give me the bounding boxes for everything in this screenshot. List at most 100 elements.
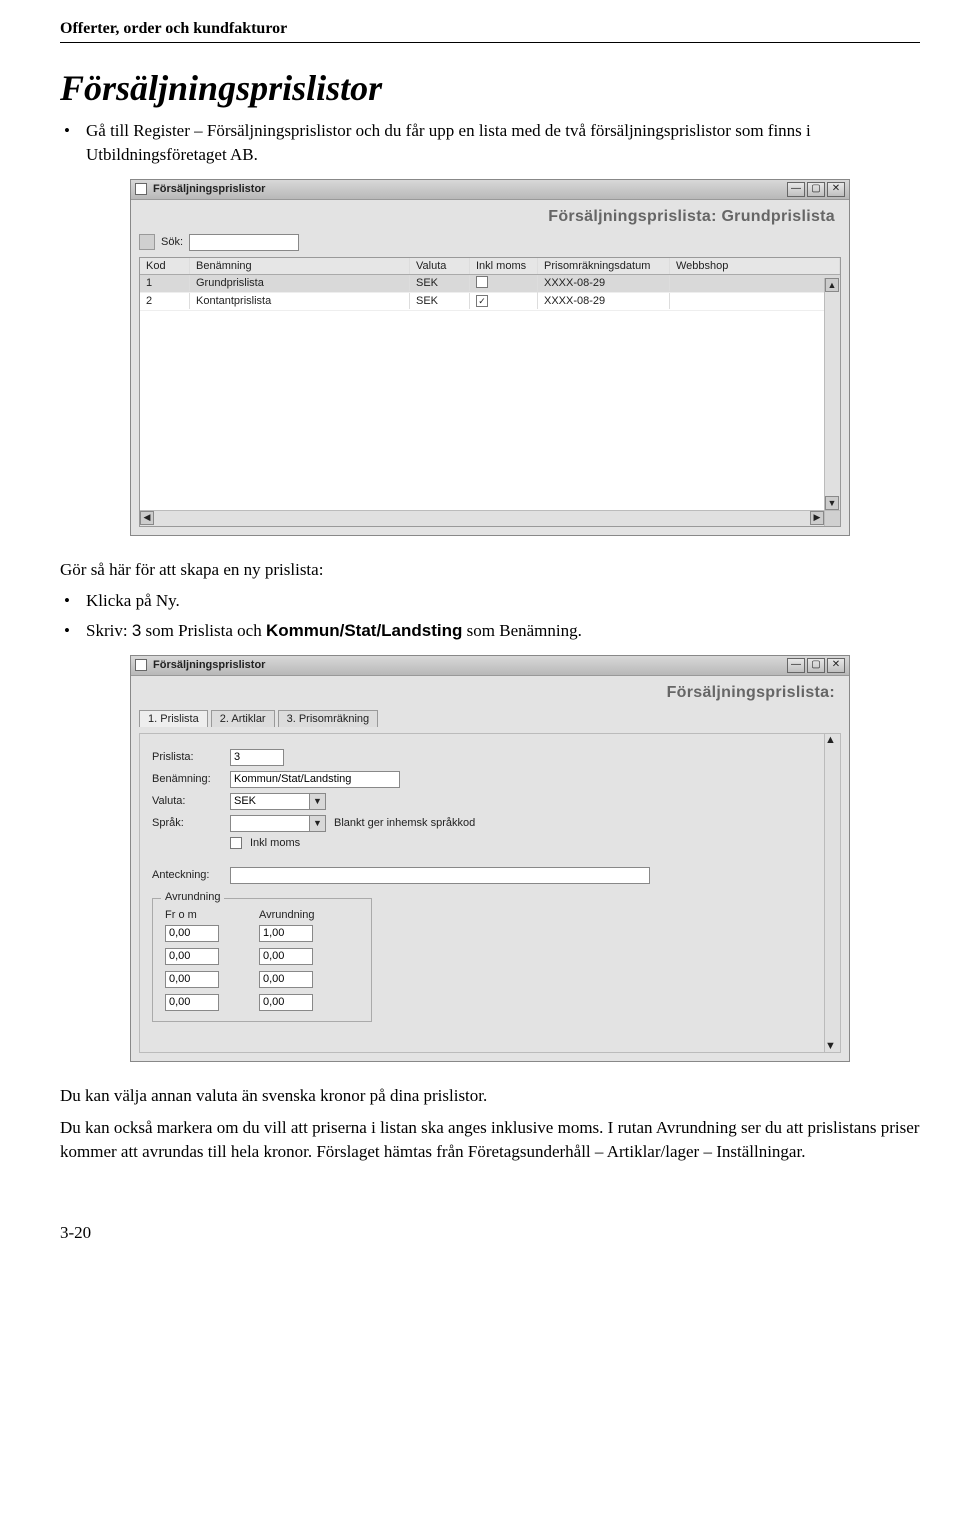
vertical-scrollbar[interactable]: ▲ ▼ — [824, 278, 840, 510]
col-webbshop[interactable]: Webbshop — [670, 258, 840, 274]
rounding-from-1[interactable] — [165, 948, 219, 965]
scroll-down-icon[interactable]: ▼ — [825, 496, 839, 510]
cell-ben: Grundprislista — [190, 275, 410, 291]
cell-kod: 2 — [140, 293, 190, 309]
rounding-from-2[interactable] — [165, 971, 219, 988]
col-valuta[interactable]: Valuta — [410, 258, 470, 274]
scroll-corner — [824, 510, 840, 526]
window-prislista-form: Försäljningsprislistor — ▢ ✕ Försäljning… — [130, 655, 850, 1062]
mid-text: Gör så här för att skapa en ny prislista… — [60, 558, 920, 582]
tab-artiklar[interactable]: 2. Artiklar — [211, 710, 275, 727]
running-head: Offerter, order och kundfakturor — [60, 20, 920, 43]
banner-title: Försäljningsprislista: Grundprislista — [139, 206, 841, 234]
toolbar-icon[interactable] — [139, 234, 155, 250]
maximize-button[interactable]: ▢ — [807, 658, 825, 673]
section-title: Försäljningsprislistor — [60, 67, 920, 109]
code-3: 3 — [132, 621, 141, 640]
cell-ben: Kontantprislista — [190, 293, 410, 309]
header-avr: Avrundning — [259, 909, 325, 921]
horizontal-scrollbar[interactable]: ◀ ▶ — [140, 510, 824, 526]
bullet-klicka-ny: Klicka på Ny. — [82, 589, 920, 613]
cell-kod: 1 — [140, 275, 190, 291]
tabs: 1. Prislista 2. Artiklar 3. Prisomräknin… — [139, 710, 841, 727]
hint-sprak: Blankt ger inhemsk språkkod — [334, 817, 475, 829]
intro-bullet: Gå till Register – Försäljningsprislisto… — [82, 119, 920, 167]
chevron-down-icon[interactable]: ▼ — [310, 793, 326, 810]
combo-valuta[interactable]: ▼ — [230, 793, 326, 810]
text: som Prislista och — [141, 621, 266, 640]
scroll-left-icon[interactable]: ◀ — [140, 511, 154, 525]
input-prislista[interactable] — [230, 749, 284, 766]
scroll-up-icon[interactable]: ▲ — [825, 734, 836, 746]
label-inklmoms: Inkl moms — [250, 837, 300, 849]
checkbox-icon[interactable]: ✓ — [476, 295, 488, 307]
table-row[interactable]: 1 Grundprislista SEK XXXX-08-29 — [140, 275, 840, 293]
rounding-val-2[interactable] — [259, 971, 313, 988]
text: Skriv: — [86, 621, 132, 640]
close-button[interactable]: ✕ — [827, 182, 845, 197]
col-benamning[interactable]: Benämning — [190, 258, 410, 274]
input-anteckning[interactable] — [230, 867, 650, 884]
cell-web — [670, 299, 840, 303]
search-input[interactable] — [189, 234, 299, 251]
input-sprak[interactable] — [230, 815, 310, 832]
rounding-from-0[interactable] — [165, 925, 219, 942]
input-valuta[interactable] — [230, 793, 310, 810]
rounding-from-3[interactable] — [165, 994, 219, 1011]
minimize-button[interactable]: — — [787, 658, 805, 673]
vertical-scrollbar[interactable]: ▲ ▼ — [824, 734, 840, 1052]
col-datum[interactable]: Prisomräkningsdatum — [538, 258, 670, 274]
chevron-down-icon[interactable]: ▼ — [310, 815, 326, 832]
closing-p1: Du kan välja annan valuta än svenska kro… — [60, 1084, 920, 1108]
cell-datum: XXXX-08-29 — [538, 275, 670, 291]
rounding-val-0[interactable] — [259, 925, 313, 942]
scroll-down-icon[interactable]: ▼ — [825, 1040, 836, 1052]
titlebar[interactable]: Försäljningsprislistor — ▢ ✕ — [131, 656, 849, 676]
checkbox-inklmoms[interactable] — [230, 837, 242, 849]
search-label: Sök: — [161, 236, 183, 248]
scroll-up-icon[interactable]: ▲ — [825, 278, 839, 292]
label-benamning: Benämning: — [152, 773, 222, 785]
cell-datum: XXXX-08-29 — [538, 293, 670, 309]
input-benamning[interactable] — [230, 771, 400, 788]
label-prislista: Prislista: — [152, 751, 222, 763]
legend-avrundning: Avrundning — [161, 891, 224, 903]
form-area: Prislista: Benämning: Valuta: ▼ Språk: — [139, 733, 841, 1053]
window-prislistor-list: Försäljningsprislistor — ▢ ✕ Försäljning… — [130, 179, 850, 536]
rounding-val-1[interactable] — [259, 948, 313, 965]
banner-title: Försäljningsprislista: — [139, 682, 841, 710]
label-anteckning: Anteckning: — [152, 869, 222, 881]
pricelist-grid: Kod Benämning Valuta Inkl moms Prisomräk… — [139, 257, 841, 527]
bold-label: Kommun/Stat/Landsting — [266, 621, 462, 640]
label-sprak: Språk: — [152, 817, 222, 829]
header-from: Fr o m — [165, 909, 231, 921]
cell-valuta: SEK — [410, 275, 470, 291]
titlebar[interactable]: Försäljningsprislistor — ▢ ✕ — [131, 180, 849, 200]
rounding-val-3[interactable] — [259, 994, 313, 1011]
close-button[interactable]: ✕ — [827, 658, 845, 673]
tab-prisomrakning[interactable]: 3. Prisomräkning — [278, 710, 379, 727]
app-icon — [135, 659, 147, 671]
minimize-button[interactable]: — — [787, 182, 805, 197]
col-kod[interactable]: Kod — [140, 258, 190, 274]
window-title: Försäljningsprislistor — [153, 183, 787, 195]
groupbox-avrundning: Avrundning Fr o m Avrundning — [152, 898, 372, 1022]
combo-sprak[interactable]: ▼ — [230, 815, 326, 832]
tab-prislista[interactable]: 1. Prislista — [139, 710, 208, 727]
table-row[interactable]: 2 Kontantprislista SEK ✓ XXXX-08-29 — [140, 293, 840, 311]
col-inklmoms[interactable]: Inkl moms — [470, 258, 538, 274]
maximize-button[interactable]: ▢ — [807, 182, 825, 197]
cell-valuta: SEK — [410, 293, 470, 309]
window-title: Försäljningsprislistor — [153, 659, 787, 671]
text: som Benämning. — [462, 621, 581, 640]
checkbox-icon[interactable] — [476, 276, 488, 288]
cell-web — [670, 281, 840, 285]
cell-inkl — [470, 275, 538, 293]
page-number: 3-20 — [60, 1223, 920, 1243]
label-valuta: Valuta: — [152, 795, 222, 807]
cell-inkl: ✓ — [470, 293, 538, 310]
grid-header: Kod Benämning Valuta Inkl moms Prisomräk… — [140, 258, 840, 275]
scroll-right-icon[interactable]: ▶ — [810, 511, 824, 525]
closing-p2: Du kan också markera om du vill att pris… — [60, 1116, 920, 1164]
bullet-skriv: Skriv: 3 som Prislista och Kommun/Stat/L… — [82, 619, 920, 643]
